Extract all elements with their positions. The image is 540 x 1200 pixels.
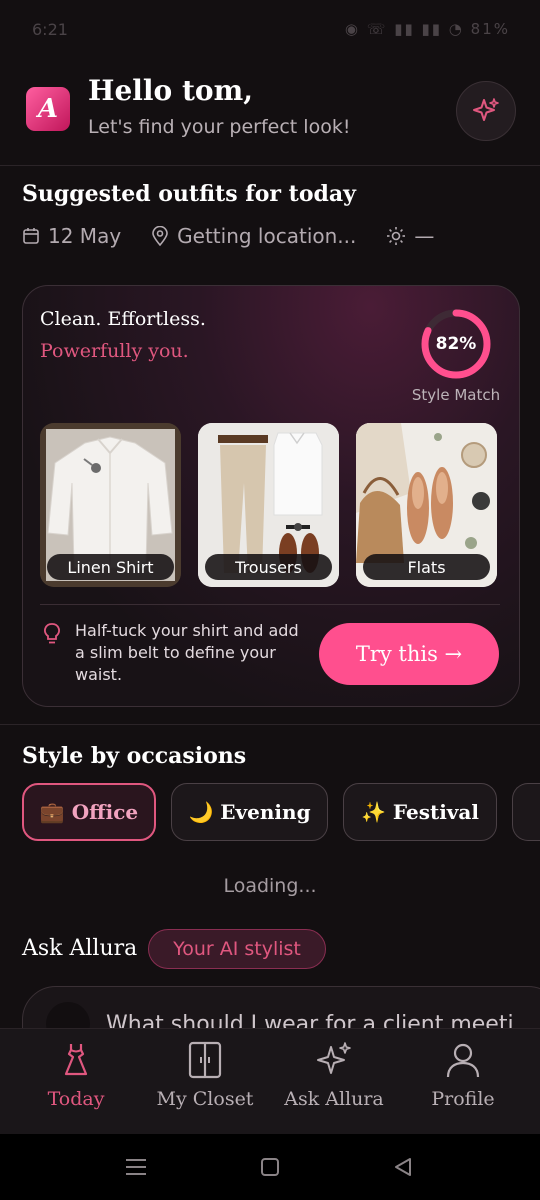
header-divider bbox=[0, 165, 540, 166]
calendar-icon bbox=[23, 228, 39, 244]
item-label: Trousers bbox=[205, 554, 332, 580]
card-divider bbox=[40, 604, 500, 605]
location-text: Getting location... bbox=[177, 224, 357, 248]
recent-apps-icon[interactable] bbox=[124, 1156, 148, 1178]
occasion-chip-more[interactable] bbox=[512, 783, 540, 841]
ai-stylist-badge: Your AI stylist bbox=[148, 929, 326, 969]
occasion-chip-office[interactable]: 💼 Office bbox=[22, 783, 156, 841]
nav-my-closet[interactable]: My Closet bbox=[140, 1040, 270, 1124]
greeting-title: Hello tom, bbox=[88, 74, 253, 107]
style-match-label: Style Match bbox=[411, 386, 501, 404]
suggested-meta: 12 May Getting location... — bbox=[22, 222, 434, 250]
nav-profile[interactable]: Profile bbox=[398, 1040, 528, 1124]
date-text: 12 May bbox=[48, 224, 122, 248]
status-icons: ◉ ☏ ▮▮ ▮▮ ◔ 81% bbox=[344, 20, 510, 38]
outfit-tagline: Powerfully you. bbox=[40, 340, 189, 362]
lightbulb-icon bbox=[44, 623, 60, 644]
wardrobe-icon bbox=[188, 1041, 222, 1079]
back-icon[interactable] bbox=[392, 1156, 414, 1178]
occasions-title: Style by occasions bbox=[22, 743, 247, 769]
greeting-subtitle: Let's find your perfect look! bbox=[88, 116, 351, 138]
ask-allura-title: Ask Allura bbox=[22, 936, 138, 961]
occasion-chip-evening[interactable]: 🌙 Evening bbox=[171, 783, 328, 841]
system-navigation-bar bbox=[0, 1134, 540, 1200]
item-label: Flats bbox=[363, 554, 490, 580]
outfit-item-trousers[interactable]: Trousers bbox=[198, 423, 339, 587]
suggested-title: Suggested outfits for today bbox=[22, 181, 356, 207]
nav-ask-allura[interactable]: Ask Allura bbox=[269, 1040, 399, 1124]
occasions-loading: Loading... bbox=[223, 875, 317, 897]
try-this-button[interactable]: Try this → bbox=[319, 623, 499, 685]
nav-ask-allura-label: Ask Allura bbox=[284, 1088, 384, 1110]
outfit-item-flats[interactable]: Flats bbox=[356, 423, 497, 587]
dress-icon bbox=[64, 1044, 88, 1076]
app-logo: A bbox=[26, 87, 70, 131]
nav-my-closet-label: My Closet bbox=[156, 1088, 254, 1110]
location-pin-icon bbox=[152, 226, 168, 246]
nav-profile-label: Profile bbox=[431, 1088, 495, 1110]
home-icon[interactable] bbox=[260, 1157, 280, 1177]
occasion-chip-festival[interactable]: ✨ Festival bbox=[343, 783, 497, 841]
nav-today-label: Today bbox=[47, 1088, 105, 1110]
status-time: 6:21 bbox=[32, 20, 68, 39]
outfit-item-linen-shirt[interactable]: Linen Shirt bbox=[40, 423, 181, 587]
section-divider bbox=[0, 724, 540, 725]
item-label: Linen Shirt bbox=[47, 554, 174, 580]
outfit-headline: Clean. Effortless. bbox=[40, 308, 206, 330]
styling-tip: Half-tuck your shirt and add a slim belt… bbox=[75, 621, 299, 684]
sparkles-icon bbox=[317, 1042, 351, 1074]
status-bar: 6:21 ◉ ☏ ▮▮ ▮▮ ◔ 81% bbox=[0, 0, 540, 60]
ai-sparkle-button[interactable] bbox=[456, 81, 516, 141]
style-match-percent: 82% bbox=[435, 334, 477, 354]
sparkle-icon bbox=[473, 98, 499, 121]
nav-today[interactable]: Today bbox=[11, 1040, 141, 1124]
sun-icon bbox=[387, 227, 406, 245]
person-icon bbox=[446, 1043, 480, 1078]
weather-text: — bbox=[414, 224, 435, 248]
